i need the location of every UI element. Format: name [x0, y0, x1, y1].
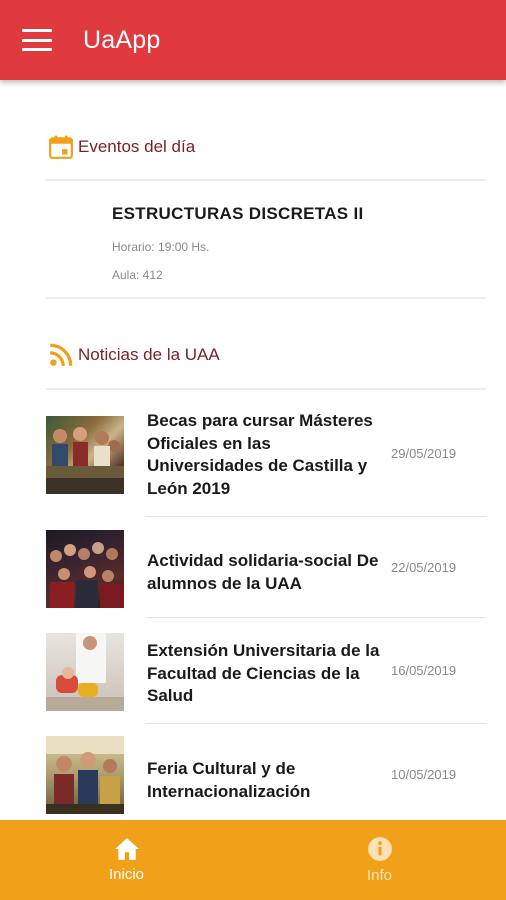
menu-icon — [22, 29, 52, 32]
news-title: Becas para cursar Másteres Oficiales en … — [147, 411, 373, 498]
menu-button[interactable] — [22, 29, 52, 51]
news-item[interactable]: Actividad solidaria-social De alumnos de… — [46, 530, 486, 618]
tab-info[interactable]: Info — [253, 820, 506, 900]
news-date: 10/05/2019 — [391, 767, 457, 782]
event-schedule: Horario: 19:00 Hs. — [112, 240, 210, 254]
bottom-navigation: Inicio Info — [0, 820, 506, 900]
tab-label: Inicio — [108, 866, 145, 883]
divider — [146, 516, 486, 517]
news-section-header: Noticias de la UAA — [48, 342, 220, 368]
news-date: 22/05/2019 — [391, 560, 457, 575]
events-section-header: Eventos del día — [48, 134, 195, 160]
news-title: Feria Cultural y de Internacionalización — [147, 759, 311, 801]
divider — [146, 617, 486, 618]
news-thumbnail — [46, 736, 124, 814]
news-heading: Noticias de la UAA — [78, 345, 220, 364]
app-bar: UaApp — [0, 0, 506, 80]
news-thumbnail — [46, 633, 124, 711]
divider — [46, 388, 486, 390]
news-thumbnail — [46, 416, 124, 494]
divider — [46, 297, 486, 299]
news-date: 16/05/2019 — [391, 663, 457, 678]
rss-icon — [50, 343, 73, 366]
info-icon — [367, 837, 392, 861]
tab-inicio[interactable]: Inicio — [0, 820, 253, 900]
app-title: UaApp — [83, 25, 161, 54]
calendar-icon — [49, 135, 73, 159]
news-title: Extensión Universitaria de la Facultad d… — [147, 641, 380, 705]
news-title: Actividad solidaria-social De alumnos de… — [147, 551, 379, 593]
news-date: 29/05/2019 — [391, 446, 457, 461]
home-icon — [114, 838, 139, 860]
news-thumbnail — [46, 530, 124, 608]
event-item[interactable]: ESTRUCTURAS DISCRETAS II Horario: 19:00 … — [112, 204, 364, 282]
news-item[interactable]: Extensión Universitaria de la Facultad d… — [46, 631, 486, 724]
news-item[interactable]: Becas para cursar Másteres Oficiales en … — [46, 410, 486, 517]
tab-label: Info — [366, 867, 393, 884]
event-room: Aula: 412 — [112, 268, 163, 282]
divider — [146, 723, 486, 724]
news-item[interactable]: Feria Cultural y de Internacionalización… — [46, 736, 486, 820]
event-title: ESTRUCTURAS DISCRETAS II — [112, 204, 364, 223]
events-heading: Eventos del día — [78, 137, 196, 156]
divider — [46, 179, 486, 181]
main-content[interactable]: Eventos del día ESTRUCTURAS DISCRETAS II… — [0, 80, 506, 820]
